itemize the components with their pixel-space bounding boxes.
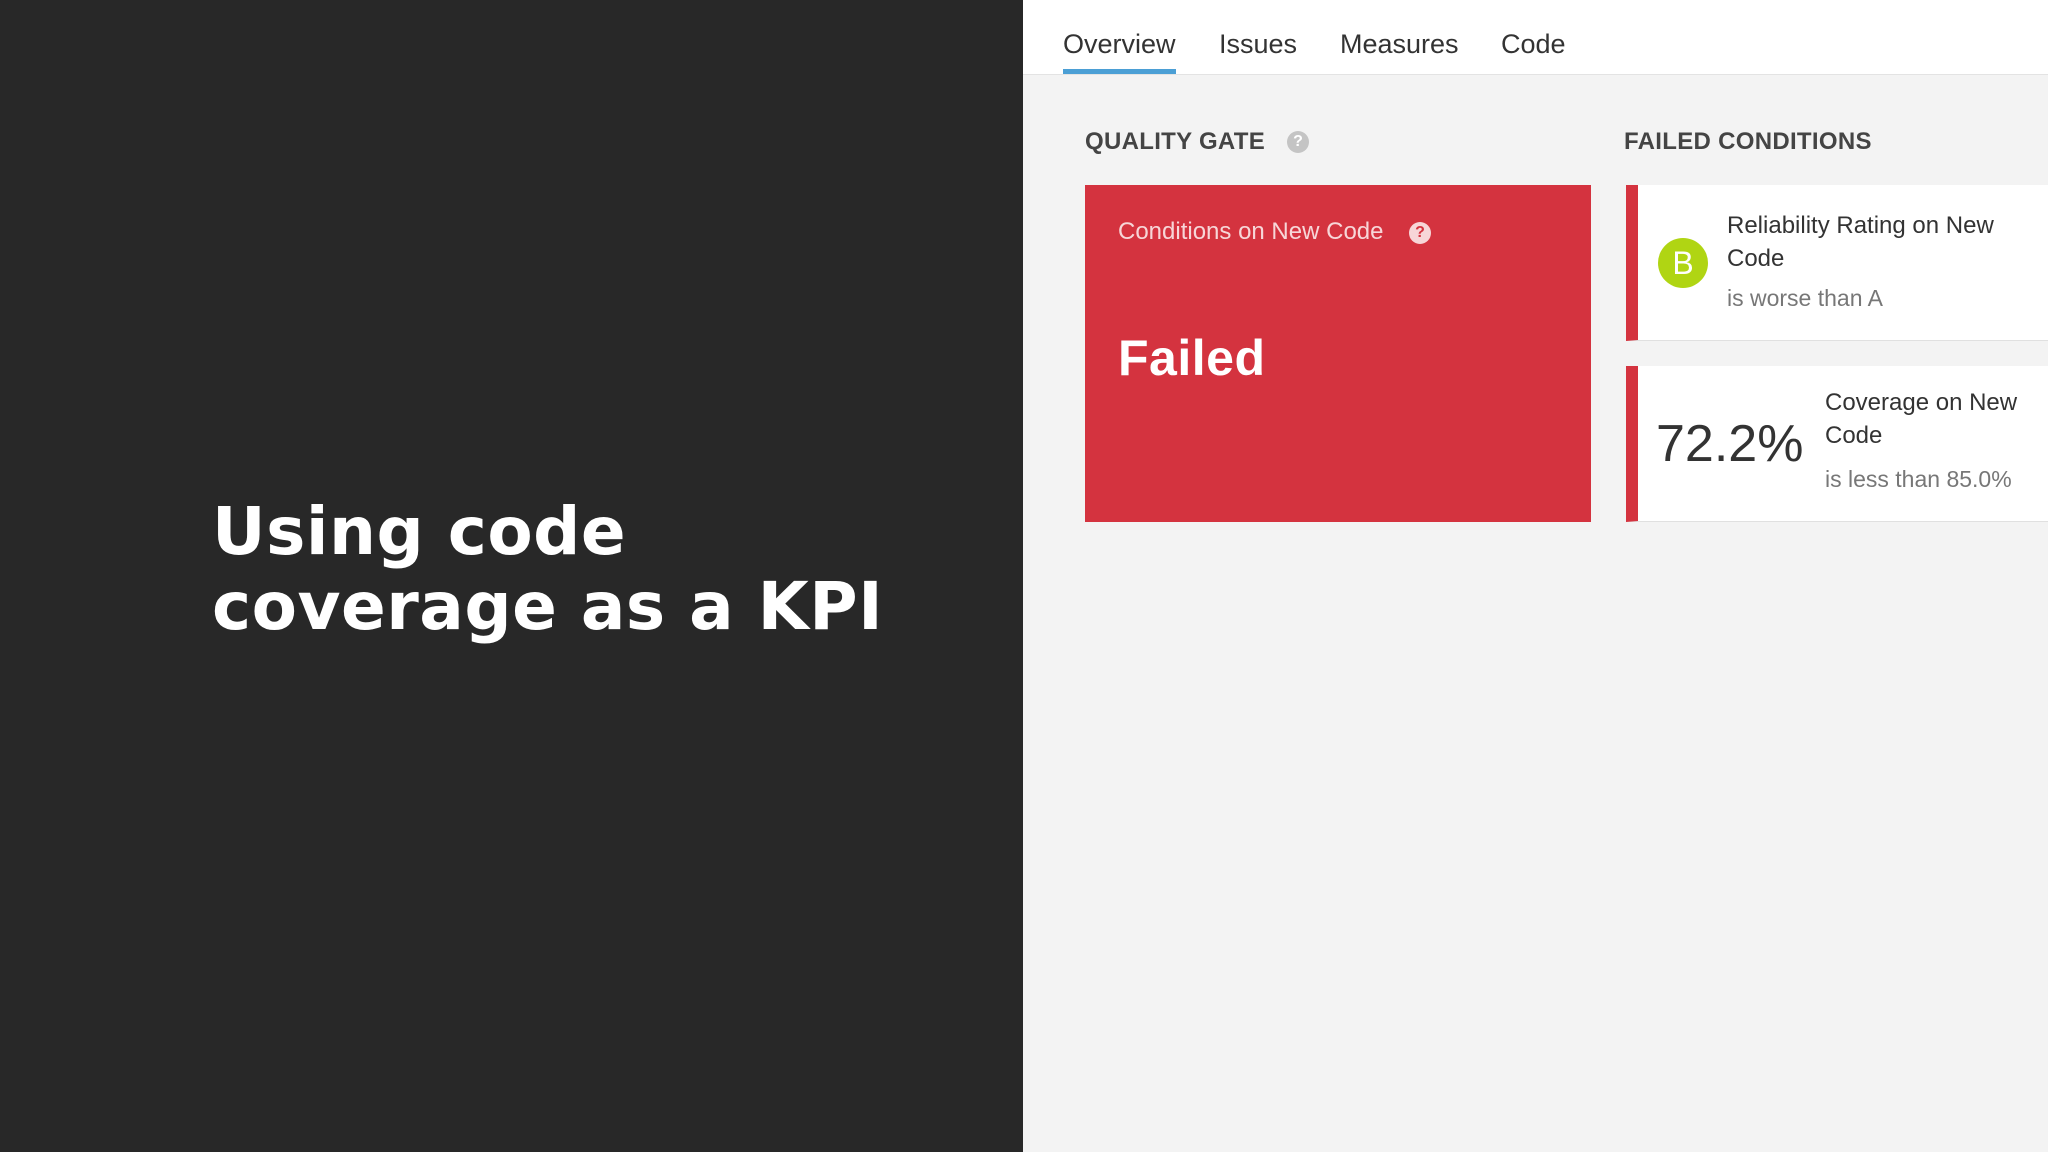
slide-left-panel: Using code coverage as a KPI bbox=[0, 0, 1023, 1152]
tab-overview[interactable]: Overview bbox=[1063, 26, 1176, 74]
failed-condition-card[interactable]: B Reliability Rating on New Code is wors… bbox=[1626, 185, 2048, 341]
sonarqube-screenshot: Overview Issues Measures Code QUALITY GA… bbox=[1023, 0, 2048, 1152]
tab-bar: Overview Issues Measures Code bbox=[1023, 0, 2048, 75]
quality-gate-status: Failed bbox=[1118, 330, 1266, 386]
reliability-rating-badge: B bbox=[1658, 238, 1708, 288]
tab-issues[interactable]: Issues bbox=[1219, 26, 1297, 74]
help-icon[interactable]: ? bbox=[1409, 222, 1431, 244]
condition-metric: Coverage on New Code bbox=[1825, 389, 2018, 449]
failed-conditions-heading: FAILED CONDITIONS bbox=[1624, 128, 1872, 155]
quality-gate-status-box: Conditions on New Code ? Failed bbox=[1085, 185, 1591, 522]
condition-threshold: is worse than A bbox=[1727, 285, 1883, 311]
help-icon[interactable]: ? bbox=[1287, 131, 1309, 153]
failed-condition-card[interactable]: 72.2% Coverage on New Code is less than … bbox=[1626, 366, 2048, 522]
tab-code[interactable]: Code bbox=[1501, 26, 1566, 74]
coverage-value: 72.2% bbox=[1656, 415, 1804, 473]
conditions-label: Conditions on New Code bbox=[1118, 218, 1384, 245]
condition-metric: Reliability Rating on New Code bbox=[1727, 212, 1994, 272]
slide-title: Using code coverage as a KPI bbox=[212, 493, 884, 645]
quality-gate-heading: QUALITY GATE bbox=[1085, 128, 1266, 155]
tab-measures[interactable]: Measures bbox=[1340, 26, 1459, 74]
condition-threshold: is less than 85.0% bbox=[1825, 466, 2012, 492]
